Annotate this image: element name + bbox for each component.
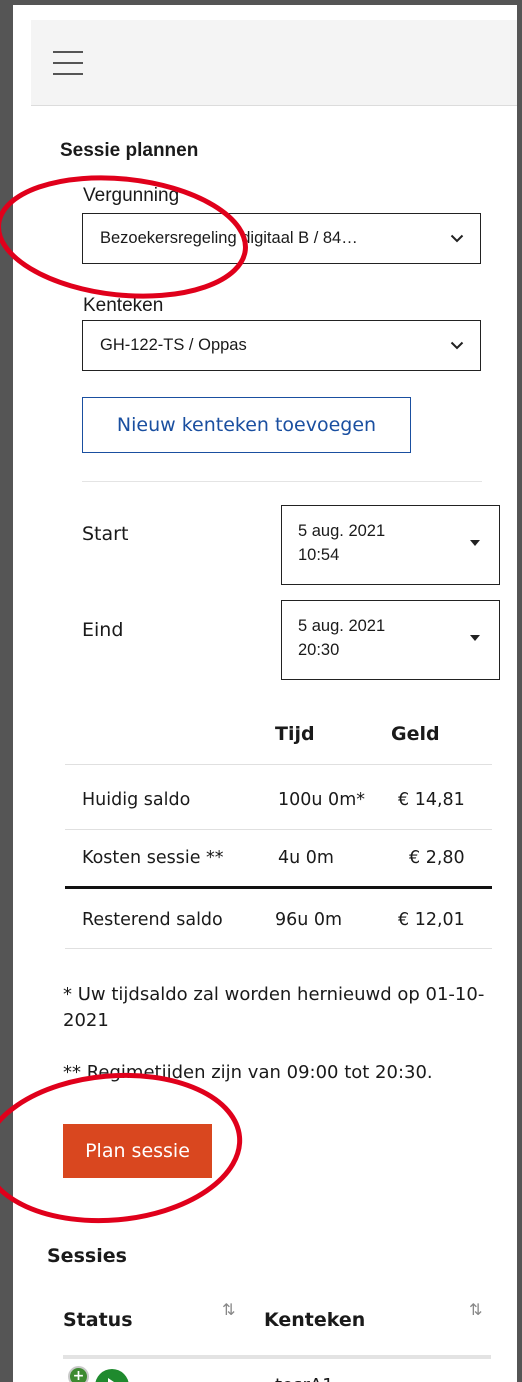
column-header-money: Geld — [391, 723, 440, 745]
add-plate-button[interactable]: Nieuw kenteken toevoegen — [82, 397, 411, 453]
app-header — [31, 20, 517, 106]
play-status-icon[interactable] — [95, 1369, 129, 1382]
start-time: 10:54 — [298, 545, 340, 564]
end-datetime-picker[interactable]: 5 aug. 2021 20:30 — [281, 600, 500, 680]
column-header-status[interactable]: Status — [63, 1309, 133, 1331]
session-plate: tesrA1 — [275, 1375, 334, 1382]
row-divider — [65, 948, 492, 949]
start-label: Start — [82, 523, 129, 545]
row-divider — [65, 764, 492, 765]
hamburger-menu-icon[interactable] — [53, 51, 83, 75]
screenshot-frame-top — [0, 0, 522, 5]
regime-note: ** Regimetijden zijn van 09:00 tot 20:30… — [63, 1062, 433, 1083]
sort-icon[interactable]: ⇅ — [222, 1300, 235, 1319]
sessions-title: Sessies — [47, 1245, 127, 1267]
screenshot-frame-right — [517, 0, 522, 1382]
expand-plus-icon[interactable]: + — [68, 1366, 89, 1382]
current-balance-time: 100u 0m* — [278, 790, 365, 810]
chevron-down-icon — [434, 341, 480, 350]
caret-down-icon — [470, 540, 480, 546]
permit-label: Vergunning — [83, 185, 180, 206]
end-time: 20:30 — [298, 640, 340, 659]
screenshot-frame-left — [0, 0, 13, 1382]
current-balance-money: € 14,81 — [398, 790, 465, 810]
chevron-down-icon — [434, 234, 480, 243]
renewal-note: * Uw tijdsaldo zal worden hernieuwd op 0… — [63, 984, 485, 1032]
plate-select-value: GH-122-TS / Oppas — [100, 336, 247, 354]
permit-select[interactable]: Bezoekersregeling digitaal B / 84… — [82, 213, 481, 264]
column-header-time: Tijd — [275, 723, 315, 745]
plan-session-button[interactable]: Plan sessie — [63, 1124, 212, 1178]
end-label: Eind — [82, 619, 124, 641]
permit-select-value: Bezoekersregeling digitaal B / 84… — [100, 229, 358, 247]
divider — [82, 481, 482, 482]
plate-select[interactable]: GH-122-TS / Oppas — [82, 320, 481, 371]
sort-icon[interactable]: ⇅ — [469, 1300, 482, 1319]
row-label-remaining-balance: Resterend saldo — [82, 910, 223, 930]
row-divider — [65, 829, 492, 830]
row-label-session-cost: Kosten sessie ** — [82, 848, 224, 868]
column-header-plate[interactable]: Kenteken — [264, 1309, 365, 1331]
session-cost-time: 4u 0m — [278, 848, 334, 868]
start-date: 5 aug. 2021 — [298, 522, 386, 540]
row-label-current-balance: Huidig saldo — [82, 790, 191, 810]
caret-down-icon — [470, 635, 480, 641]
total-divider — [65, 886, 492, 889]
remaining-balance-money: € 12,01 — [398, 910, 465, 930]
start-datetime-picker[interactable]: 5 aug. 2021 10:54 — [281, 505, 500, 585]
session-cost-money: € 2,80 — [409, 848, 465, 868]
remaining-balance-time: 96u 0m — [275, 910, 343, 930]
sessions-header-divider — [63, 1355, 491, 1359]
plate-label: Kenteken — [83, 295, 164, 316]
end-date: 5 aug. 2021 — [298, 617, 386, 635]
form-title: Sessie plannen — [60, 140, 199, 161]
